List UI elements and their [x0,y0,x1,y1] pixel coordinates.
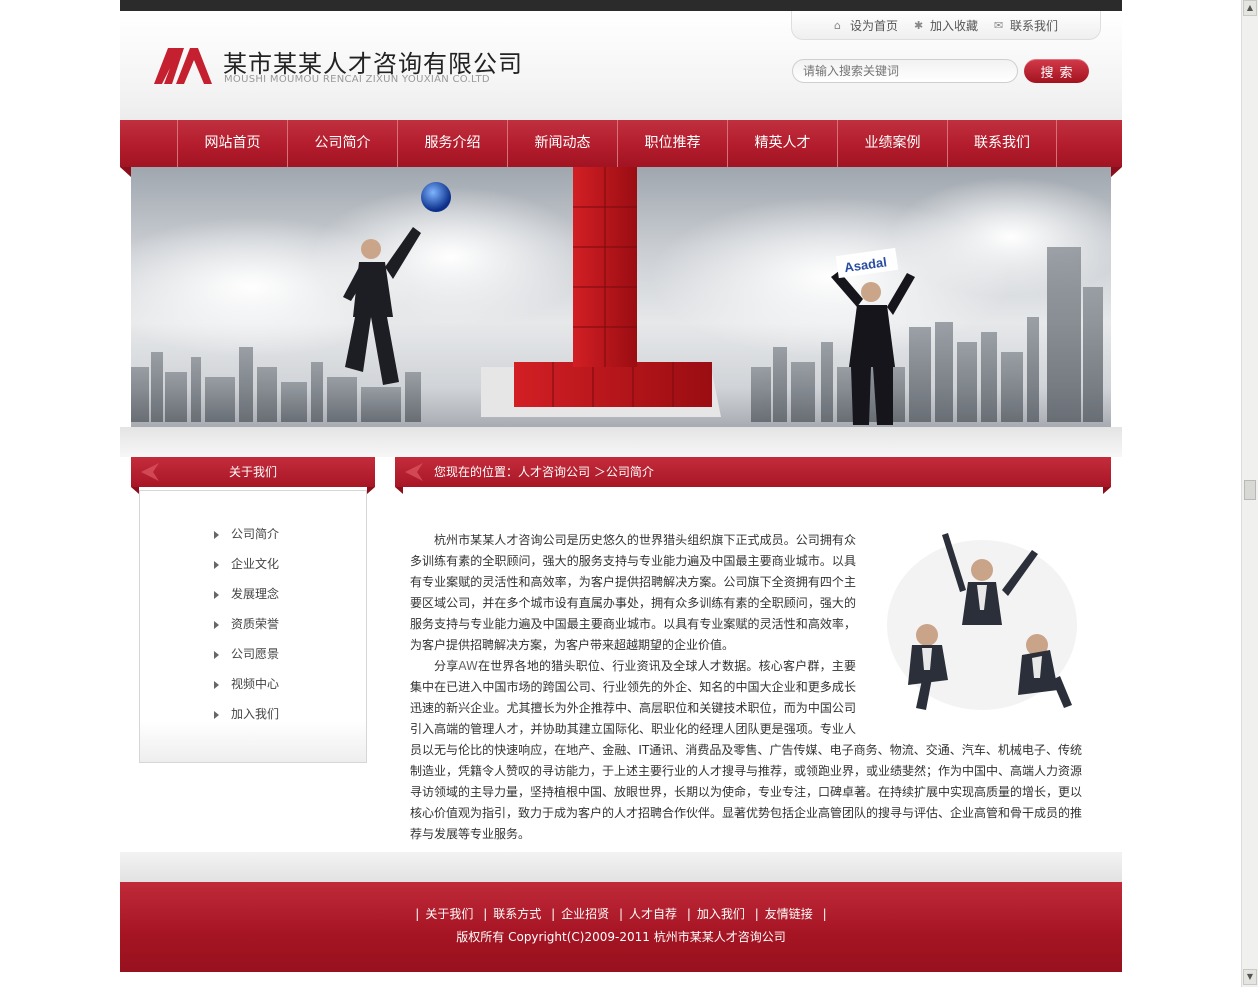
footer-links: | 关于我们 | 联系方式 | 企业招贤 | 人才自荐 | 加入我们 | 友情链接 | [415,907,827,921]
footer-link-recruit[interactable]: 企业招贤 [561,907,609,921]
sidebar-title-text: 关于我们 [228,465,277,479]
content-top-band [120,427,1122,457]
footer-link-contact[interactable]: 联系方式 [493,907,541,921]
browser-viewport: 某市某某人才咨询有限公司 MOUSHI MOUMOU RENCAI ZIXUN … [0,0,1241,987]
main-title-bar: 您现在的位置：人才咨询公司 ＞公司简介 [395,457,1111,487]
mail-icon: ✉ [994,18,1004,32]
add-favorite-link[interactable]: ✱ 加入收藏 [914,17,978,34]
set-homepage-link[interactable]: ⌂ 设为首页 [834,17,898,34]
nav-jobs[interactable]: 职位推荐 [617,120,727,167]
main-fold-left [395,487,403,494]
nav-contact[interactable]: 联系我们 [947,120,1057,167]
top-dark-bar [120,0,1122,11]
contact-us-link[interactable]: ✉ 联系我们 [994,17,1058,34]
sidebar-item-label: 发展理念 [231,587,280,601]
sidebar-item-video[interactable]: 视频中心 [214,669,279,699]
team-photo [887,533,1077,710]
nav-company-intro[interactable]: 公司简介 [287,120,397,167]
footer-top-band [120,852,1122,882]
sidebar-item-label: 公司简介 [231,527,280,541]
search-input[interactable] [792,59,1018,83]
nav-services[interactable]: 服务介绍 [397,120,507,167]
sidebar-item-philosophy[interactable]: 发展理念 [214,579,279,609]
nav-home[interactable]: 网站首页 [177,120,287,167]
scroll-thumb[interactable] [1244,480,1256,500]
arrow-right-icon [214,620,219,629]
nav-fold-right [1111,167,1122,177]
banner-illustration: Asadal [131,167,1111,425]
sidebar-title: 关于我们 [131,457,375,487]
para2-highlight: AW [458,659,478,673]
sidebar-item-company-intro[interactable]: 公司简介 [214,519,279,549]
main-fold-right [1103,487,1111,494]
footer-link-about[interactable]: 关于我们 [425,907,473,921]
site-footer: | 关于我们 | 联系方式 | 企业招贤 | 人才自荐 | 加入我们 | 友情链接 | 版权… [120,882,1122,972]
vertical-scrollbar[interactable]: ▲ ▼ [1241,0,1258,987]
company-logo-icon[interactable] [154,48,212,84]
top-links: ⌂ 设为首页 ✱ 加入收藏 ✉ 联系我们 [791,11,1101,40]
arrow-right-icon [214,680,219,689]
arrow-right-icon [214,560,219,569]
star-icon: ✱ [913,18,924,32]
contact-us-label: 联系我们 [1010,18,1059,33]
hero-banner: Asadal [131,167,1111,427]
search-button[interactable]: 搜索 [1024,59,1089,83]
sidebar-fold-left [131,487,139,494]
copyright-text: 版权所有 Copyright(C)2009-2011 杭州市某某人才咨询公司 [456,930,786,944]
sidebar-item-label: 公司愿景 [231,647,280,661]
sidebar-menu-box: 公司简介 企业文化 发展理念 资质荣誉 公司愿景 视频中心 加入我们 [139,490,367,763]
home-icon: ⌂ [833,18,841,32]
article-content: 杭州市某某人才咨询公司是历史悠久的世界猎头组织旗下正式成员。公司拥有众多训练有素… [410,530,1082,845]
nav-items: 网站首页 公司简介 服务介绍 新闻动态 职位推荐 精英人才 业绩案例 联系我们 [177,120,1057,167]
breadcrumb: 您现在的位置：人才咨询公司 ＞公司简介 [434,465,654,479]
footer-link-friends[interactable]: 友情链接 [765,907,813,921]
footer-link-join[interactable]: 加入我们 [697,907,745,921]
nav-talents[interactable]: 精英人才 [727,120,837,167]
arrow-right-icon [214,710,219,719]
company-name-en: MOUSHI MOUMOU RENCAI ZIXUN YOUXIAN CO.LT… [224,74,490,85]
sidebar-item-label: 视频中心 [231,677,280,691]
sidebar-item-join[interactable]: 加入我们 [214,699,279,729]
add-favorite-label: 加入收藏 [929,18,978,33]
title-arrow-icon [141,463,159,481]
arrow-right-icon [214,530,219,539]
sidebar-item-label: 资质荣誉 [231,617,280,631]
para2-lead: 分享 [434,659,459,673]
footer-link-self-recommend[interactable]: 人才自荐 [629,907,677,921]
arrow-right-icon [214,590,219,599]
nav-news[interactable]: 新闻动态 [507,120,617,167]
sidebar-item-culture[interactable]: 企业文化 [214,549,279,579]
sidebar-item-label: 加入我们 [231,707,280,721]
sidebar-item-vision[interactable]: 公司愿景 [214,639,279,669]
main-nav: 网站首页 公司简介 服务介绍 新闻动态 职位推荐 精英人才 业绩案例 联系我们 [120,120,1122,167]
sidebar-menu: 公司简介 企业文化 发展理念 资质荣誉 公司愿景 视频中心 加入我们 [214,519,279,729]
scroll-down-icon[interactable]: ▼ [1243,969,1257,985]
nav-cases[interactable]: 业绩案例 [837,120,947,167]
nav-fold-left [120,167,131,177]
sidebar-fold-right [367,487,375,494]
site-container: 某市某某人才咨询有限公司 MOUSHI MOUMOU RENCAI ZIXUN … [120,0,1122,987]
title-arrow-icon [405,463,423,481]
sidebar-item-honors[interactable]: 资质荣誉 [214,609,279,639]
arrow-right-icon [214,650,219,659]
set-homepage-label: 设为首页 [849,18,898,33]
scroll-up-icon[interactable]: ▲ [1243,0,1257,16]
sidebar-item-label: 企业文化 [231,557,280,571]
